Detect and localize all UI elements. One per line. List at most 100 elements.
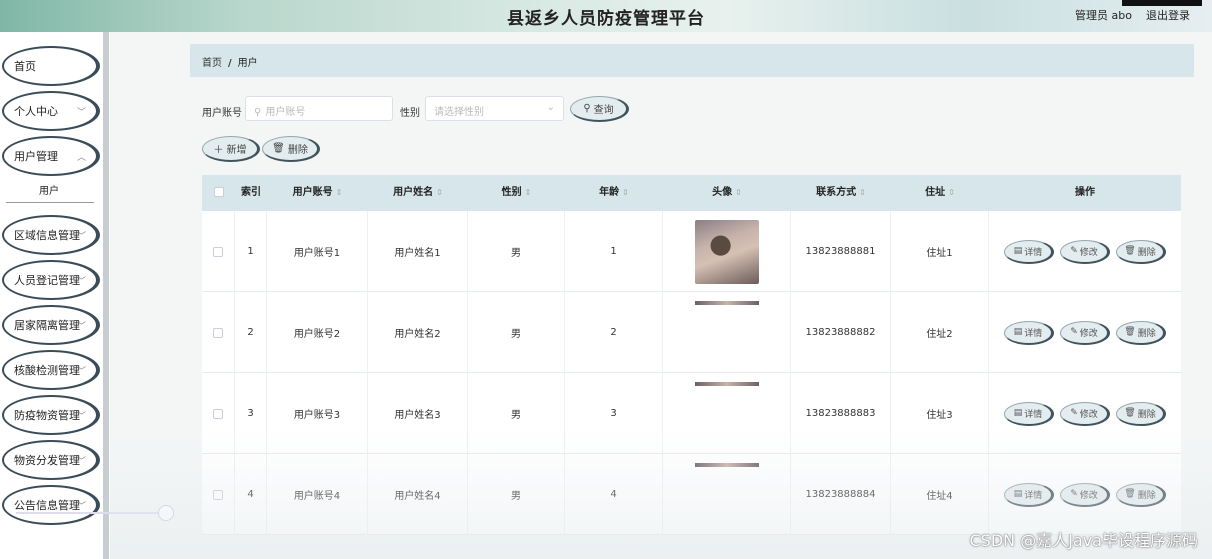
col-header-label: 年龄	[599, 187, 620, 198]
submenu-item-users[interactable]: 用户	[0, 182, 98, 202]
sidebar-item-label: 首页	[14, 60, 36, 73]
age-cell: 3	[565, 373, 663, 454]
detail-button[interactable]: ▤ 详情	[1004, 482, 1054, 507]
index-cell: 3	[235, 373, 267, 454]
gender-cell: 男	[468, 454, 565, 535]
account-cell: 用户账号1	[267, 211, 368, 292]
document-icon: ▤	[1013, 408, 1023, 418]
slider-track[interactable]	[16, 512, 166, 514]
col-header-account[interactable]: 用户账号 ⇕	[267, 175, 368, 211]
age-cell: 4	[565, 454, 663, 535]
document-icon: ▤	[1013, 489, 1023, 499]
sidebar-item-announcement[interactable]: 公告信息管理 ﹀	[2, 485, 100, 525]
delete-button-label: 删除	[1137, 409, 1156, 420]
avatar-cell	[663, 292, 791, 373]
avatar-image[interactable]	[694, 462, 759, 467]
search-icon: ⚲	[583, 103, 591, 114]
col-header-address[interactable]: 住址 ⇕	[891, 175, 989, 211]
delete-button[interactable]: 🗑 删除	[1116, 401, 1166, 426]
row-select-cell	[202, 454, 235, 535]
breadcrumb-home[interactable]: 首页	[202, 58, 222, 69]
row-checkbox[interactable]	[213, 408, 223, 419]
gender-cell: 男	[468, 292, 565, 373]
select-all-checkbox[interactable]	[213, 187, 224, 197]
edit-button[interactable]: ✎ 修改	[1060, 239, 1110, 264]
detail-button-label: 详情	[1024, 328, 1043, 339]
row-checkbox[interactable]	[213, 327, 223, 338]
edit-button[interactable]: ✎ 修改	[1060, 401, 1110, 426]
row-checkbox[interactable]	[213, 246, 223, 257]
sidebar-scrollbar[interactable]	[103, 32, 109, 559]
sidebar-item-user-management[interactable]: 用户管理 ︿	[2, 136, 100, 176]
sidebar-item-label: 个人中心	[14, 105, 58, 118]
chevron-down-icon: ﹀	[76, 108, 86, 118]
address-cell: 住址3	[891, 373, 989, 454]
sidebar-item-region-info[interactable]: 区域信息管理 ﹀	[2, 215, 100, 255]
col-header-phone[interactable]: 联系方式 ⇕	[791, 175, 891, 211]
index-cell: 2	[235, 292, 267, 373]
add-button[interactable]: ＋新增	[202, 136, 260, 162]
sidebar-item-label: 人员登记管理	[14, 274, 80, 287]
header-bar-decoration	[1122, 0, 1202, 6]
sidebar-item-person-registration[interactable]: 人员登记管理 ﹀	[2, 260, 100, 300]
operations-cell: ▤ 详情 ✎ 修改 🗑 删除	[989, 211, 1181, 292]
col-header-label: 用户姓名	[393, 187, 434, 198]
col-header-label: 联系方式	[816, 187, 857, 198]
row-select-cell	[202, 292, 235, 373]
col-header-operations: 操作	[1075, 187, 1095, 198]
address-cell: 住址2	[891, 292, 989, 373]
trash-icon: 🗑	[1124, 327, 1136, 337]
sidebar-item-nucleic-test[interactable]: 核酸检测管理 ﹀	[2, 350, 100, 390]
age-cell: 1	[565, 211, 663, 292]
col-header-gender[interactable]: 性别 ⇕	[468, 175, 565, 211]
query-button-label: 查询	[593, 105, 614, 116]
avatar-image[interactable]	[694, 219, 759, 284]
edit-button[interactable]: ✎ 修改	[1060, 482, 1110, 507]
sort-icon: ⇕	[335, 188, 343, 197]
sidebar-item-personal-center[interactable]: 个人中心 ﹀	[2, 91, 100, 131]
col-header-avatar[interactable]: 头像 ⇕	[663, 175, 791, 211]
delete-button[interactable]: 🗑 删除	[1116, 320, 1166, 345]
detail-button[interactable]: ▤ 详情	[1004, 239, 1054, 264]
sidebar: 首页 个人中心 ﹀ 用户管理 ︿ 用户 区域信息管理 ﹀ 人员登记管理 ﹀ 居家…	[0, 32, 110, 559]
col-header-age[interactable]: 年龄 ⇕	[565, 175, 663, 211]
batch-delete-button[interactable]: 🗑 删除	[262, 136, 320, 162]
table-row: 4 用户账号4 用户姓名4 男 4 13823888884 住址4 ▤ 详情 ✎ 修…	[202, 454, 1181, 535]
delete-button[interactable]: 🗑 删除	[1116, 239, 1166, 264]
logout-link[interactable]: 退出登录	[1146, 7, 1190, 23]
query-button[interactable]: ⚲ 查询	[570, 96, 629, 122]
detail-button-label: 详情	[1024, 409, 1043, 420]
gender-select[interactable]: 请选择性别 ⌄	[425, 96, 564, 121]
sort-icon: ⇕	[859, 188, 866, 197]
table-row: 1 用户账号1 用户姓名1 男 1 13823888881 住址1 ▤ 详情 ✎ 修…	[202, 211, 1181, 292]
account-search-input[interactable]: ⚲ 用户账号	[245, 96, 393, 121]
edit-button-label: 修改	[1079, 490, 1098, 501]
avatar-image[interactable]	[694, 300, 759, 305]
sidebar-item-epidemic-supplies[interactable]: 防疫物资管理 ﹀	[2, 395, 100, 435]
plus-icon: ＋	[213, 145, 224, 156]
name-cell: 用户姓名2	[368, 292, 468, 373]
row-select-cell	[202, 211, 235, 292]
detail-button[interactable]: ▤ 详情	[1004, 401, 1054, 426]
detail-button[interactable]: ▤ 详情	[1004, 320, 1054, 345]
sidebar-item-supply-distribution[interactable]: 物资分发管理 ﹀	[2, 440, 100, 480]
avatar-image[interactable]	[694, 381, 759, 386]
row-checkbox[interactable]	[213, 489, 223, 500]
sidebar-item-home[interactable]: 首页	[2, 46, 100, 86]
search-icon: ⚲	[254, 107, 262, 118]
col-header-name[interactable]: 用户姓名 ⇕	[368, 175, 468, 211]
delete-button-label: 删除	[1137, 490, 1156, 501]
avatar-cell	[663, 373, 791, 454]
platform-title: 县返乡人员防疫管理平台	[507, 9, 705, 29]
sort-icon: ⇕	[524, 188, 532, 197]
table-row: 2 用户账号2 用户姓名2 男 2 13823888882 住址2 ▤ 详情 ✎ 修…	[202, 292, 1181, 373]
breadcrumb: 首页 / 用户	[190, 44, 1194, 77]
admin-label: 管理员 abo	[1075, 9, 1132, 22]
slider-handle[interactable]	[158, 505, 174, 521]
edit-button[interactable]: ✎ 修改	[1060, 320, 1110, 345]
avatar-cell	[663, 454, 791, 535]
delete-button[interactable]: 🗑 删除	[1116, 482, 1166, 507]
sidebar-item-home-quarantine[interactable]: 居家隔离管理 ﹀	[2, 305, 100, 345]
name-cell: 用户姓名1	[368, 211, 468, 292]
watermark: CSDN @嘉人Java毕设程序源码	[969, 531, 1198, 550]
